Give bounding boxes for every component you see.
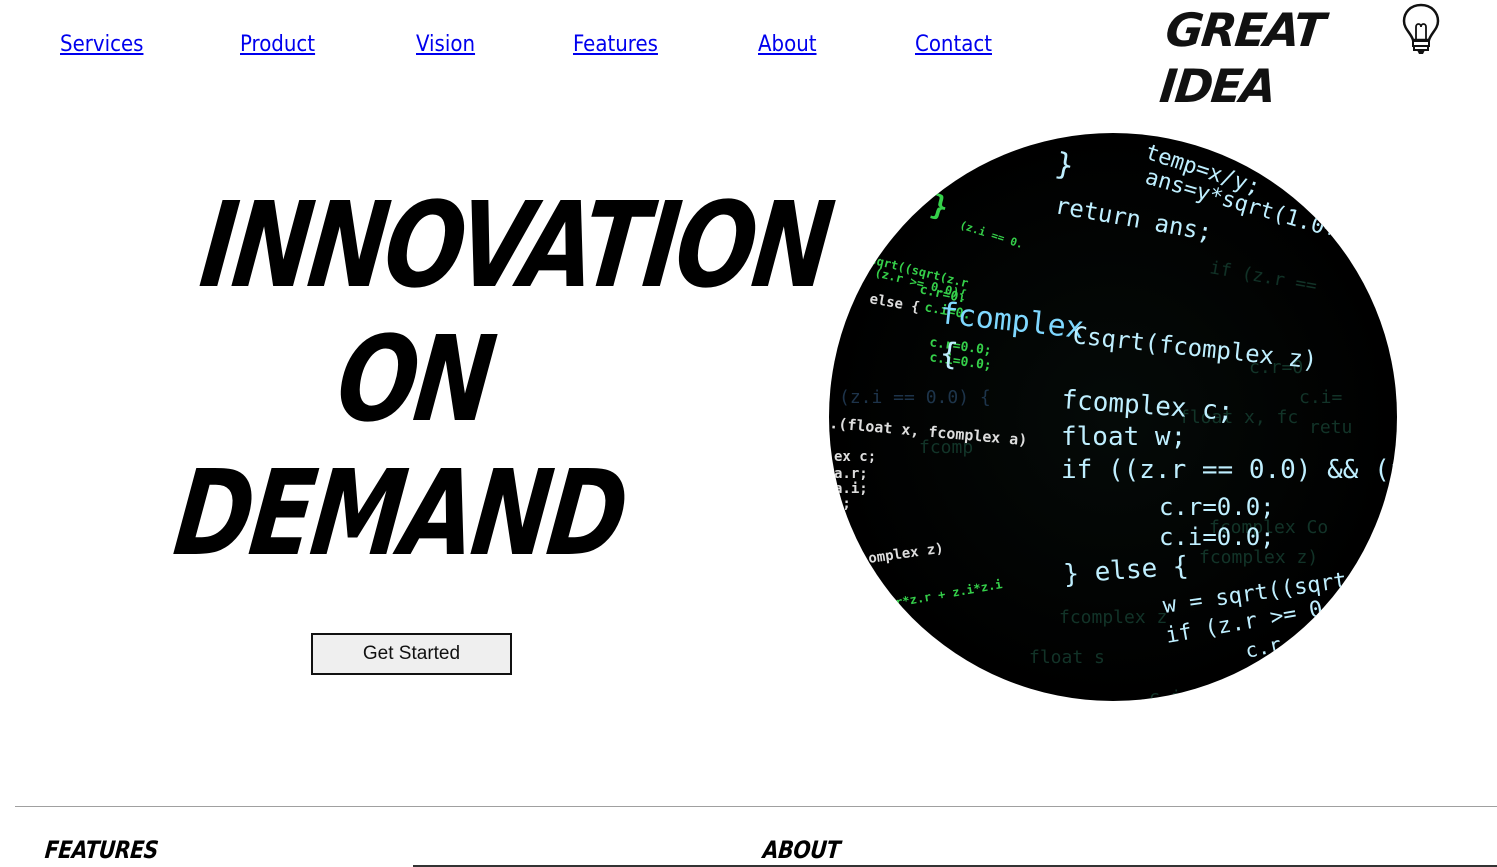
get-started-button[interactable]: Get Started [311, 633, 512, 675]
features-section-title: FEATURES [43, 836, 160, 864]
headline-line-3: DEMAND [168, 444, 632, 582]
svg-text:c.i=: c.i= [1299, 387, 1343, 408]
lightbulb-icon [1402, 3, 1440, 54]
svg-text:a.r;: a.r; [834, 466, 868, 482]
headline-line-1: INNOVATION [194, 176, 838, 314]
svg-text:fcomplex z: fcomplex z [1059, 607, 1167, 628]
section-divider [15, 806, 1497, 807]
svg-text:c.i: c.i [1149, 687, 1182, 701]
nav-link-product[interactable]: Product [240, 32, 315, 57]
brand-logo[interactable]: GREAT IDEA [1157, 2, 1443, 113]
nav-link-services[interactable]: Services [60, 32, 143, 57]
hero-headline: INNOVATION ON DEMAND [164, 176, 838, 582]
svg-text:a.i;: a.i; [834, 481, 868, 497]
nav-link-features[interactable]: Features [573, 32, 658, 57]
nav-link-about[interactable]: About [758, 32, 817, 57]
code-screen-image: if (z.r == c.r=0 c.i= retu float x, fc (… [829, 133, 1397, 701]
svg-text:c.i=0.0;: c.i=0.0; [1159, 523, 1275, 551]
svg-text:{: { [938, 336, 960, 373]
about-section-title: ABOUT [761, 836, 842, 864]
svg-text:retu: retu [1309, 417, 1352, 438]
svg-text:float s: float s [1029, 647, 1105, 668]
svg-text:c.r=0.0;: c.r=0.0; [1159, 493, 1275, 521]
nav-link-vision[interactable]: Vision [416, 32, 475, 57]
headline-line-2: ON [330, 310, 500, 448]
svg-text:ex c;: ex c; [834, 449, 876, 465]
svg-text:float w;: float w; [1061, 422, 1186, 452]
svg-text:if ((z.r == 0.0) && (z.i == 0.: if ((z.r == 0.0) && (z.i == 0.0)) { [1061, 455, 1397, 485]
nav-link-contact[interactable]: Contact [915, 32, 992, 57]
svg-text:c;: c; [834, 496, 851, 512]
svg-text:(z.i == 0.0) {: (z.i == 0.0) { [839, 387, 991, 408]
